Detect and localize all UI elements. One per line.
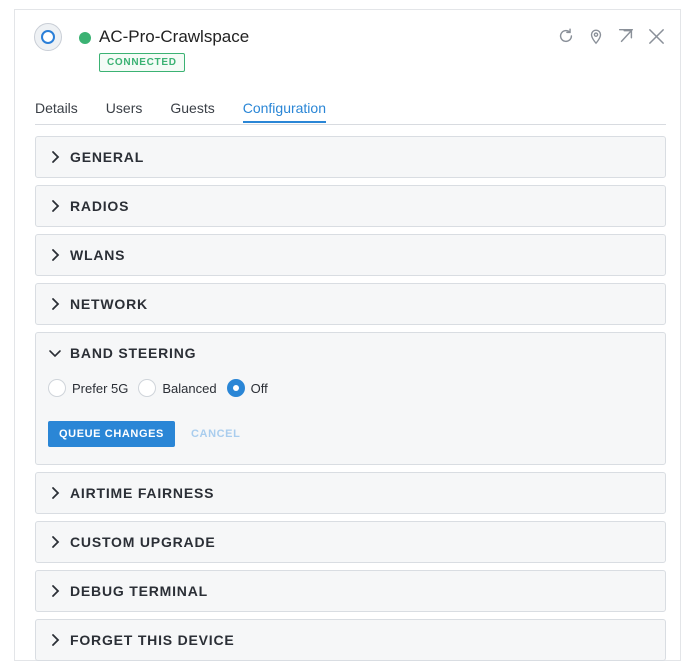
section-debug-terminal: DEBUG TERMINAL: [35, 570, 666, 612]
section-title: RADIOS: [70, 198, 130, 214]
section-forget-device-header[interactable]: FORGET THIS DEVICE: [36, 620, 665, 660]
radio-off[interactable]: Off: [226, 379, 268, 397]
refresh-icon[interactable]: [556, 24, 576, 48]
section-title: AIRTIME FAIRNESS: [70, 485, 215, 501]
section-airtime-fairness-header[interactable]: AIRTIME FAIRNESS: [36, 473, 665, 513]
section-title: WLANS: [70, 247, 126, 263]
config-sections: GENERAL RADIOS WLANS NETWORK BAND STEERI…: [35, 136, 666, 668]
locate-icon[interactable]: [586, 24, 606, 48]
close-icon[interactable]: [646, 24, 666, 48]
section-general: GENERAL: [35, 136, 666, 178]
radio-label: Prefer 5G: [72, 380, 129, 396]
section-network-header[interactable]: NETWORK: [36, 284, 665, 324]
chevron-right-icon: [52, 200, 60, 212]
section-radios: RADIOS: [35, 185, 666, 227]
section-network: NETWORK: [35, 283, 666, 325]
queue-changes-button[interactable]: QUEUE CHANGES: [48, 421, 175, 447]
chevron-right-icon: [52, 151, 60, 163]
tab-details[interactable]: Details: [35, 98, 78, 121]
device-name: AC-Pro-Crawlspace: [99, 27, 250, 46]
section-airtime-fairness: AIRTIME FAIRNESS: [35, 472, 666, 514]
tab-guests[interactable]: Guests: [170, 98, 214, 121]
chevron-down-icon: [49, 350, 61, 358]
section-wlans-header[interactable]: WLANS: [36, 235, 665, 275]
radio-button[interactable]: [138, 379, 157, 397]
section-forget-device: FORGET THIS DEVICE: [35, 619, 666, 661]
chevron-right-icon: [52, 487, 60, 499]
chevron-right-icon: [52, 249, 60, 261]
radio-button[interactable]: [48, 379, 66, 397]
section-band-steering-header[interactable]: BAND STEERING: [36, 333, 665, 373]
cancel-button[interactable]: CANCEL: [191, 428, 240, 440]
chevron-right-icon: [52, 585, 60, 597]
status-dot-icon: [79, 32, 91, 44]
header-actions: [556, 24, 666, 48]
section-title: FORGET THIS DEVICE: [70, 632, 235, 648]
section-debug-terminal-header[interactable]: DEBUG TERMINAL: [36, 571, 665, 611]
section-title: NETWORK: [70, 296, 148, 312]
section-wlans: WLANS: [35, 234, 666, 276]
radio-button-checked[interactable]: [226, 379, 245, 397]
radio-prefer-5g[interactable]: Prefer 5G: [48, 379, 128, 397]
tab-users[interactable]: Users: [106, 98, 143, 121]
section-title: GENERAL: [70, 149, 145, 165]
chevron-right-icon: [52, 634, 60, 646]
section-band-steering: BAND STEERING Prefer 5G Balanced Off QUE…: [35, 332, 666, 465]
radio-balanced[interactable]: Balanced: [138, 379, 217, 397]
section-custom-upgrade: CUSTOM UPGRADE: [35, 521, 666, 563]
radio-label: Balanced: [162, 380, 217, 396]
section-title: CUSTOM UPGRADE: [70, 534, 216, 550]
radio-label: Off: [250, 380, 268, 396]
chevron-right-icon: [52, 298, 60, 310]
panel-header: AC-Pro-Crawlspace CONNECTED: [15, 10, 680, 108]
section-general-header[interactable]: GENERAL: [36, 137, 665, 177]
access-point-icon: [34, 23, 62, 51]
band-steering-actions: QUEUE CHANGES CANCEL: [36, 421, 665, 447]
tab-bar: Details Users Guests Configuration: [35, 98, 666, 125]
section-custom-upgrade-header[interactable]: CUSTOM UPGRADE: [36, 522, 665, 562]
section-title: DEBUG TERMINAL: [70, 583, 208, 599]
tab-configuration[interactable]: Configuration: [242, 98, 326, 123]
device-properties-panel: AC-Pro-Crawlspace CONNECTED Details User…: [14, 9, 681, 661]
popout-icon[interactable]: [616, 24, 636, 48]
status-badge: CONNECTED: [99, 53, 185, 72]
section-title: BAND STEERING: [70, 345, 197, 361]
chevron-right-icon: [52, 536, 60, 548]
section-radios-header[interactable]: RADIOS: [36, 186, 665, 226]
band-steering-options: Prefer 5G Balanced Off: [36, 373, 665, 403]
